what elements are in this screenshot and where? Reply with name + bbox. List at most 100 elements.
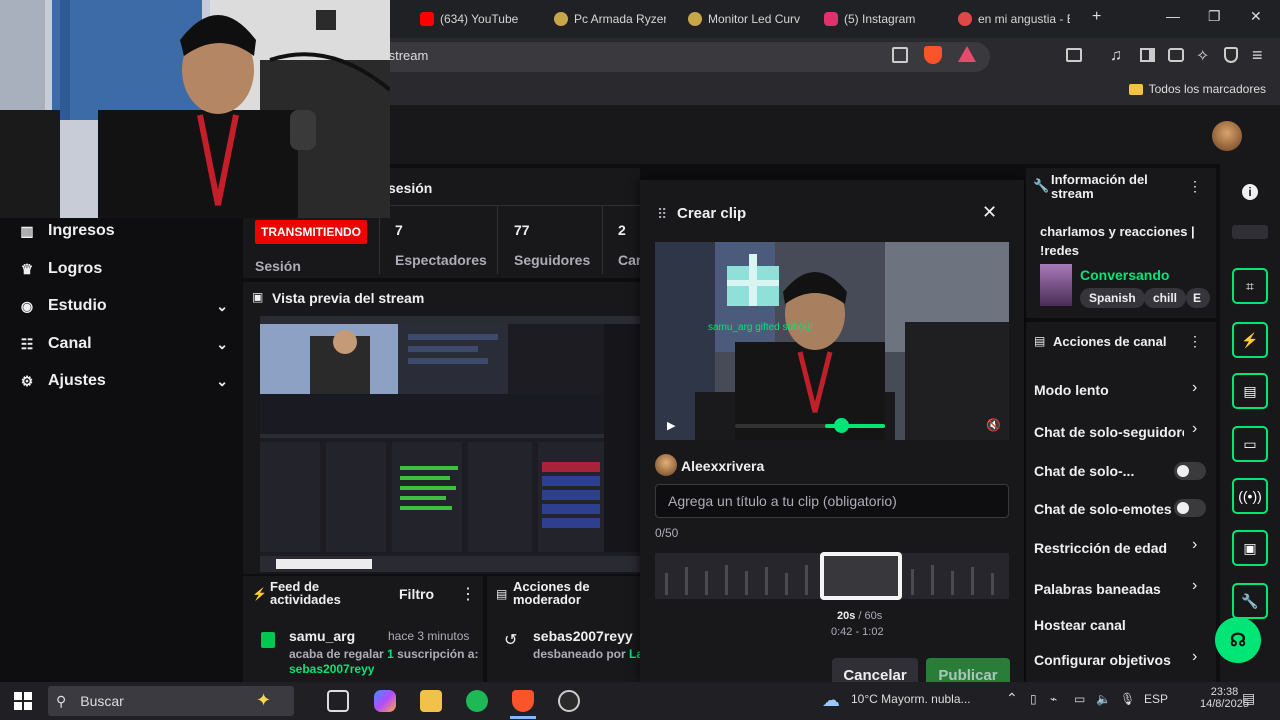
minimize-button[interactable]: —: [1166, 8, 1180, 24]
filter-button[interactable]: Filtro: [399, 586, 434, 602]
maximize-button[interactable]: ❐: [1208, 8, 1221, 25]
sidebar-item-logros[interactable]: ♛ Logros: [18, 260, 228, 278]
vpn-icon[interactable]: [1224, 47, 1238, 63]
brave-shield-icon[interactable]: [924, 46, 942, 64]
clip-title-input[interactable]: [655, 484, 1009, 518]
action-age-restriction[interactable]: Restricción de edad: [1034, 540, 1167, 556]
chevron-right-icon[interactable]: ›: [1192, 420, 1197, 438]
chat-icon: ▭: [1243, 435, 1257, 452]
lightning-icon: ⚡: [1241, 331, 1259, 348]
action-followers-only[interactable]: Chat de solo-seguidores: [1034, 424, 1184, 440]
tab-youtube[interactable]: (634) YouTube: [420, 8, 540, 30]
viewers-count: 7: [395, 222, 403, 238]
new-tab-button[interactable]: +: [1092, 8, 1101, 26]
category-name[interactable]: Conversando: [1080, 267, 1169, 283]
language-indicator[interactable]: ESP: [1144, 692, 1168, 706]
seek-handle[interactable]: [834, 418, 849, 433]
more-options-icon[interactable]: ⋮: [1188, 178, 1202, 195]
chevron-up-icon[interactable]: ⌃: [1006, 690, 1018, 707]
sidebar-toggle-icon[interactable]: [1140, 48, 1155, 62]
sidebar-item-ajustes[interactable]: ⚙ Ajustes ⌄: [18, 372, 228, 390]
mute-icon[interactable]: 🔇: [986, 418, 1001, 432]
play-icon[interactable]: ▶: [667, 419, 675, 432]
action-emotes-only[interactable]: Chat de solo-emotes: [1034, 501, 1172, 517]
close-window-button[interactable]: ✕: [1250, 8, 1262, 25]
tab-instagram[interactable]: (5) Instagram: [824, 8, 944, 30]
session-label: Sesión: [255, 258, 301, 274]
wallet-icon[interactable]: [1168, 48, 1184, 62]
chevron-right-icon[interactable]: ›: [1192, 536, 1197, 554]
more-options-icon[interactable]: ⋮: [1188, 333, 1202, 350]
all-bookmarks[interactable]: Todos los marcadores: [1128, 82, 1266, 96]
file-explorer-icon[interactable]: [420, 690, 442, 712]
activity-user[interactable]: samu_arg: [289, 628, 355, 644]
rail-streams-button[interactable]: ▣: [1232, 530, 1268, 566]
drag-handle-icon[interactable]: ⠿: [657, 206, 667, 223]
brave-icon[interactable]: [512, 690, 534, 712]
action-host-channel[interactable]: Hostear canal: [1034, 617, 1126, 633]
chevron-right-icon[interactable]: ›: [1192, 577, 1197, 595]
tag-spanish[interactable]: Spanish: [1080, 288, 1145, 308]
tab-pc-armada[interactable]: Pc Armada Ryzen: [554, 8, 666, 30]
tag-chill[interactable]: chill: [1144, 288, 1187, 308]
stream-title[interactable]: charlamos y reacciones | !redes: [1040, 222, 1195, 260]
reader-icon[interactable]: [1066, 48, 1082, 62]
rail-settings-button[interactable]: 🔧: [1232, 583, 1268, 619]
rail-clip-button[interactable]: ⌗: [1232, 268, 1268, 304]
weather-text[interactable]: 10°C Mayorm. nubla...: [851, 692, 991, 706]
phone-link-icon[interactable]: ▯: [1030, 692, 1037, 706]
share-icon[interactable]: [892, 47, 908, 63]
followers-count: 77: [514, 222, 530, 238]
user-avatar[interactable]: [1212, 121, 1242, 151]
close-icon[interactable]: ✕: [982, 202, 997, 223]
music-site-icon: [958, 12, 972, 26]
sidebar-item-estudio[interactable]: ◉ Estudio ⌄: [18, 297, 228, 315]
activity-feed-title: Feed de actividades: [270, 579, 341, 607]
mod-event-user[interactable]: sebas2007reyy: [533, 628, 633, 644]
copilot-sparkle-icon: ✦: [256, 690, 272, 710]
chevron-right-icon[interactable]: ›: [1192, 648, 1197, 666]
info-icon[interactable]: i: [1242, 184, 1258, 200]
rail-quick-actions-button[interactable]: ⚡: [1232, 322, 1268, 358]
notifications-icon[interactable]: ▤: [1242, 690, 1255, 707]
tab-monitor[interactable]: Monitor Led Curv: [688, 8, 803, 30]
category-box-art[interactable]: [1040, 264, 1072, 306]
brave-rewards-icon[interactable]: [958, 46, 976, 62]
leo-ai-icon[interactable]: ✧: [1196, 46, 1209, 66]
sidebar-item-ingresos[interactable]: ▥ Ingresos: [18, 222, 228, 240]
more-options-icon[interactable]: ⋮: [460, 584, 476, 604]
stream-preview-image: [260, 316, 640, 572]
task-view-icon[interactable]: [327, 690, 349, 712]
divider: [497, 206, 498, 274]
action-goals[interactable]: Configurar objetivos: [1034, 652, 1171, 668]
help-chat-button[interactable]: ☊: [1215, 617, 1261, 663]
display-icon[interactable]: ▭: [1074, 692, 1085, 706]
rail-chat-button[interactable]: ▭: [1232, 426, 1268, 462]
tab-genius[interactable]: en mi angustia - E: [958, 8, 1070, 30]
action-subs-only[interactable]: Chat de solo-...: [1034, 463, 1134, 479]
action-slow-mode[interactable]: Modo lento: [1034, 382, 1109, 398]
music-icon[interactable]: ♫: [1110, 47, 1122, 65]
action-banned-words[interactable]: Palabras baneadas: [1034, 581, 1161, 597]
windows-start-icon[interactable]: [14, 692, 32, 710]
subs-only-toggle[interactable]: [1174, 462, 1206, 480]
microphone-icon[interactable]: 🎙: [1120, 692, 1135, 706]
menu-icon[interactable]: ≡: [1252, 45, 1263, 66]
tag-more[interactable]: E: [1186, 288, 1210, 308]
search-icon: ⚲: [56, 692, 67, 709]
spotify-icon[interactable]: [466, 690, 488, 712]
sidebar-item-canal[interactable]: ☷ Canal ⌄: [18, 335, 228, 353]
rail-broadcast-button[interactable]: ((•)): [1232, 478, 1268, 514]
rail-notes-button[interactable]: ▤: [1232, 373, 1268, 409]
copilot-icon[interactable]: [374, 690, 396, 712]
clip-overlay-text: samu_arg gifted sub(s)!: [708, 322, 814, 333]
activity-recipient[interactable]: sebas2007reyy: [289, 662, 374, 676]
clip-video-player[interactable]: [655, 242, 1009, 440]
obs-icon[interactable]: [558, 690, 580, 712]
clip-range-selector[interactable]: [820, 552, 902, 600]
volume-icon[interactable]: 🔈: [1096, 692, 1111, 706]
emotes-only-toggle[interactable]: [1174, 499, 1206, 517]
chevron-right-icon[interactable]: ›: [1192, 379, 1197, 397]
camera-icon: ⌗: [1246, 277, 1254, 294]
network-icon[interactable]: ⌁: [1050, 692, 1057, 706]
